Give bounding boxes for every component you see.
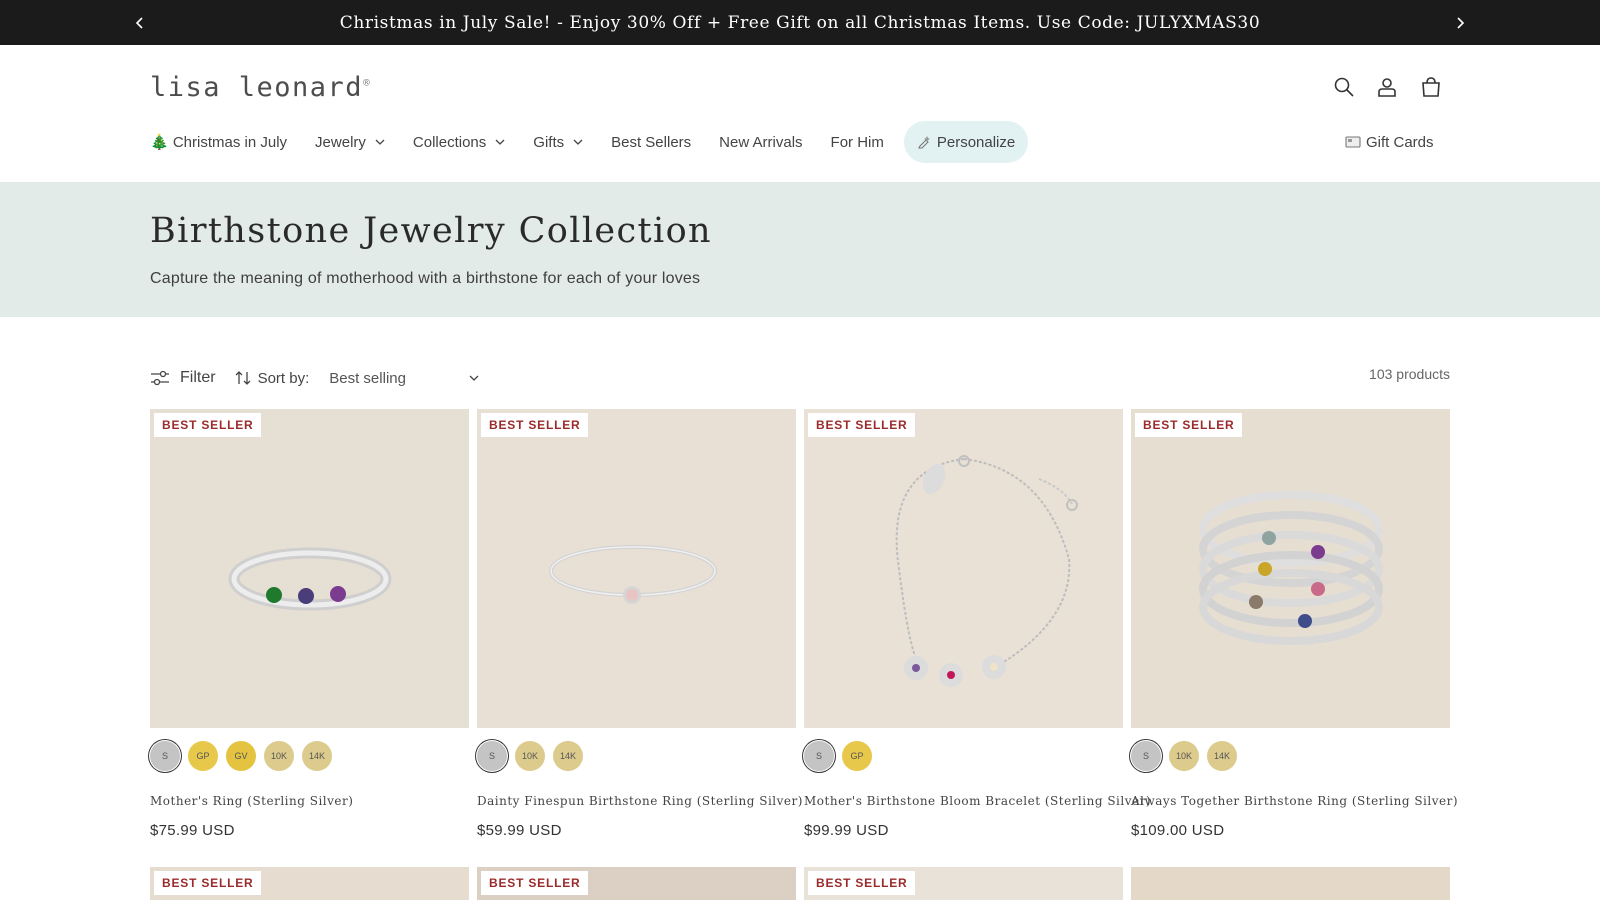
- nav-christmas-in-july-label: 🎄 Christmas in July: [150, 134, 288, 151]
- logo-registered-mark: ®: [363, 76, 372, 89]
- product-title[interactable]: Dainty Finespun Birthstone Ring (Sterlin…: [477, 794, 803, 808]
- swatch-gold-vermeil[interactable]: GV: [226, 741, 256, 771]
- best-seller-badge: BEST SELLER: [1135, 413, 1243, 437]
- chevron-down-icon: [495, 139, 505, 145]
- chevron-right-icon: [1457, 16, 1465, 29]
- sort-select[interactable]: Best selling: [329, 370, 479, 387]
- nav-new-arrivals[interactable]: New Arrivals: [705, 121, 816, 163]
- swatch-gold-plated[interactable]: GP: [842, 741, 872, 771]
- filter-icon: [151, 370, 169, 386]
- filter-button[interactable]: Filter: [150, 369, 216, 387]
- filter-label: Filter: [180, 369, 216, 386]
- swatch-10k-gold[interactable]: 10K: [264, 741, 294, 771]
- swatch-sterling-silver[interactable]: S: [150, 741, 180, 771]
- product-card[interactable]: [1131, 867, 1450, 900]
- nav-best-sellers[interactable]: Best Sellers: [597, 121, 705, 163]
- metal-swatches: S 10K 14K: [1131, 741, 1245, 771]
- product-count: 103 products: [1369, 366, 1450, 382]
- swatch-10k-gold[interactable]: 10K: [1169, 741, 1199, 771]
- product-title[interactable]: Mother's Ring (Sterling Silver): [150, 794, 353, 808]
- best-seller-badge: BEST SELLER: [808, 871, 916, 895]
- best-seller-badge: BEST SELLER: [808, 413, 916, 437]
- best-seller-badge: BEST SELLER: [481, 871, 589, 895]
- product-price: $99.99 USD: [804, 822, 889, 839]
- nav-best-sellers-label: Best Sellers: [611, 133, 692, 151]
- product-price: $109.00 USD: [1131, 822, 1225, 839]
- main-navigation: 🎄 Christmas in July Jewelry Collections …: [150, 120, 1029, 164]
- nav-for-him-label: For Him: [830, 133, 884, 151]
- nav-collections-label: Collections: [412, 133, 487, 151]
- account-icon: [1378, 78, 1396, 97]
- logo-text: lisa leonard: [150, 72, 364, 103]
- product-image[interactable]: BEST SELLER: [150, 867, 469, 900]
- nav-gifts-label: Gifts: [533, 133, 565, 151]
- product-title[interactable]: Mother's Birthstone Bloom Bracelet (Ster…: [804, 794, 1151, 808]
- swatch-sterling-silver[interactable]: S: [477, 741, 507, 771]
- nav-jewelry[interactable]: Jewelry: [301, 121, 399, 163]
- nav-jewelry-label: Jewelry: [315, 133, 366, 151]
- chevron-down-icon: [573, 139, 583, 145]
- swatch-14k-gold[interactable]: 14K: [1207, 741, 1237, 771]
- nav-collections[interactable]: Collections: [399, 121, 519, 163]
- swatch-10k-gold[interactable]: 10K: [515, 741, 545, 771]
- nav-personalize-label: Personalize: [936, 133, 1016, 151]
- announcement-prev-button[interactable]: [125, 0, 155, 45]
- best-seller-badge: BEST SELLER: [154, 413, 262, 437]
- collection-toolbar: Filter Sort by: Best selling: [150, 363, 479, 393]
- search-button[interactable]: [1329, 72, 1359, 102]
- metal-swatches: S GP: [804, 741, 880, 771]
- product-image[interactable]: BEST SELLER: [1131, 409, 1450, 728]
- account-button[interactable]: [1372, 72, 1402, 102]
- best-seller-badge: BEST SELLER: [154, 871, 262, 895]
- product-price: $75.99 USD: [150, 822, 235, 839]
- site-logo[interactable]: lisa leonard®: [150, 72, 371, 103]
- sort-label: Sort by:: [257, 369, 310, 387]
- product-title[interactable]: Always Together Birthstone Ring (Sterlin…: [1131, 794, 1458, 808]
- product-image[interactable]: [1131, 867, 1450, 900]
- personalize-icon: [917, 136, 930, 149]
- gift-card-icon: [1345, 136, 1361, 148]
- sort-selected-value: Best selling: [329, 369, 406, 387]
- swatch-sterling-silver[interactable]: S: [804, 741, 834, 771]
- announcement-next-button[interactable]: [1445, 0, 1475, 45]
- metal-swatches: S 10K 14K: [477, 741, 591, 771]
- swatch-sterling-silver[interactable]: S: [1131, 741, 1161, 771]
- product-image[interactable]: BEST SELLER: [477, 409, 796, 728]
- product-card[interactable]: BEST SELLER: [477, 867, 796, 900]
- best-seller-badge: BEST SELLER: [481, 413, 589, 437]
- swatch-gold-plated[interactable]: GP: [188, 741, 218, 771]
- announcement-message[interactable]: Christmas in July Sale! - Enjoy 30% Off …: [340, 13, 1261, 33]
- sort-icon: [235, 371, 251, 385]
- collection-banner: Birthstone Jewelry Collection Capture th…: [0, 183, 1600, 317]
- chevron-down-icon: [375, 139, 385, 145]
- collection-description: Capture the meaning of motherhood with a…: [150, 270, 701, 287]
- search-icon: [1334, 77, 1354, 97]
- nav-gift-cards[interactable]: Gift Cards: [1345, 120, 1434, 164]
- nav-for-him[interactable]: For Him: [817, 121, 898, 163]
- nav-gifts[interactable]: Gifts: [519, 121, 597, 163]
- product-card[interactable]: BEST SELLER: [150, 867, 469, 900]
- sort-control: Sort by: Best selling: [234, 370, 480, 387]
- cart-button[interactable]: [1416, 72, 1446, 102]
- swatch-14k-gold[interactable]: 14K: [553, 741, 583, 771]
- product-price: $59.99 USD: [477, 822, 562, 839]
- product-image[interactable]: BEST SELLER: [477, 867, 796, 900]
- collection-title: Birthstone Jewelry Collection: [150, 211, 712, 251]
- swatch-14k-gold[interactable]: 14K: [302, 741, 332, 771]
- announcement-bar: Christmas in July Sale! - Enjoy 30% Off …: [0, 0, 1600, 45]
- chevron-left-icon: [135, 16, 143, 29]
- product-image[interactable]: BEST SELLER: [804, 409, 1123, 728]
- product-image[interactable]: BEST SELLER: [150, 409, 469, 728]
- nav-new-arrivals-label: New Arrivals: [719, 133, 803, 151]
- cart-icon: [1422, 77, 1440, 97]
- nav-christmas-in-july[interactable]: 🎄 Christmas in July: [150, 121, 301, 163]
- metal-swatches: S GP GV 10K 14K: [150, 741, 340, 771]
- nav-gift-cards-label: Gift Cards: [1366, 133, 1434, 151]
- product-card[interactable]: BEST SELLER: [804, 867, 1123, 900]
- product-image[interactable]: BEST SELLER: [804, 867, 1123, 900]
- chevron-down-icon: [469, 375, 479, 381]
- nav-personalize[interactable]: Personalize: [903, 121, 1029, 163]
